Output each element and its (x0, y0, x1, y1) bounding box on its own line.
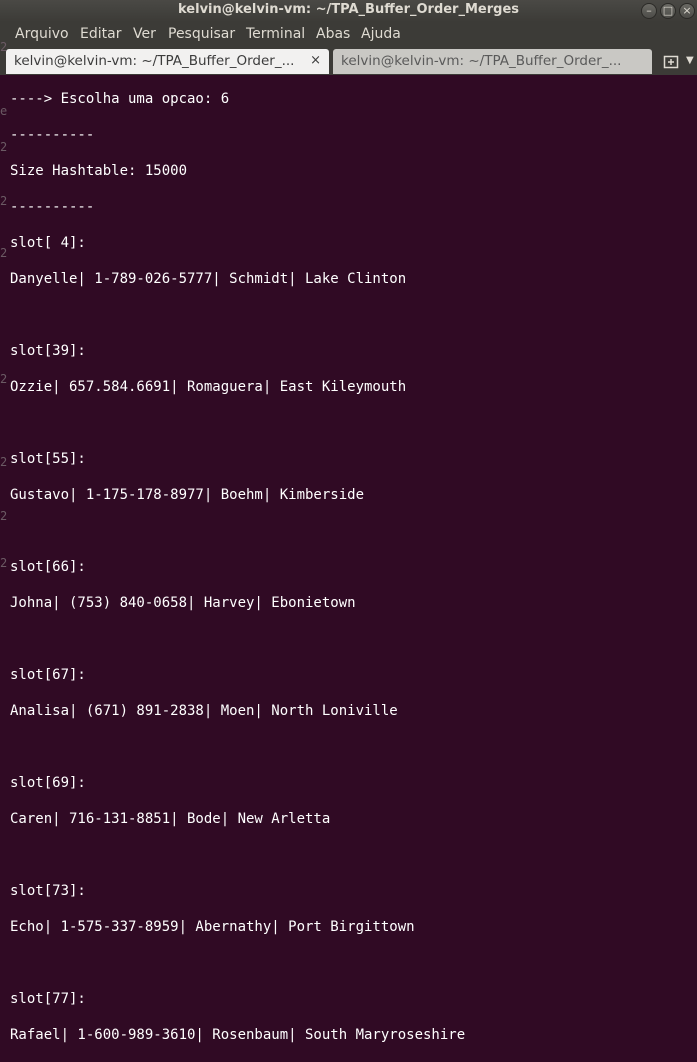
menu-editar[interactable]: Editar (80, 26, 121, 42)
terminal-line: ---------- (10, 127, 95, 143)
gutter-mark: 2 (0, 509, 8, 523)
maximize-icon[interactable]: □ (660, 3, 676, 19)
gutter-mark: 2 (0, 40, 8, 54)
terminal-line: Analisa| (671) 891-2838| Moen| North Lon… (10, 703, 398, 719)
gutter-mark: e (0, 104, 8, 118)
terminal-line: Ozzie| 657.584.6691| Romaguera| East Kil… (10, 379, 407, 395)
terminal-line: Size Hashtable: 15000 (10, 163, 188, 179)
tab-bar: kelvin@kelvin-vm: ~/TPA_Buffer_Order_...… (0, 48, 697, 75)
terminal-line: Johna| (753) 840-0658| Harvey| Ebonietow… (10, 595, 356, 611)
window-title: kelvin@kelvin-vm: ~/TPA_Buffer_Order_Mer… (178, 2, 519, 17)
window-titlebar[interactable]: kelvin@kelvin-vm: ~/TPA_Buffer_Order_Mer… (0, 0, 697, 22)
tab-label: kelvin@kelvin-vm: ~/TPA_Buffer_Order_... (14, 53, 295, 69)
gutter-mark: 2 (0, 194, 8, 208)
gutter-mark: 2 (0, 372, 8, 386)
gutter-mark: 2 (0, 455, 8, 469)
menu-bar: Arquivo Editar Ver Pesquisar Terminal Ab… (0, 22, 697, 48)
tab-terminal-2[interactable]: kelvin@kelvin-vm: ~/TPA_Buffer_Order_... (333, 49, 652, 74)
tab-terminal-1[interactable]: kelvin@kelvin-vm: ~/TPA_Buffer_Order_...… (6, 49, 329, 74)
menu-ajuda[interactable]: Ajuda (361, 26, 401, 42)
terminal-line: ----> Escolha uma opcao: 6 (10, 91, 230, 107)
terminal-line: slot[39]: (10, 343, 86, 359)
terminal-line: Echo| 1-575-337-8959| Abernathy| Port Bi… (10, 919, 415, 935)
terminal-line: slot[69]: (10, 775, 86, 791)
tab-close-icon[interactable]: × (310, 49, 321, 73)
terminal-output[interactable]: ----> Escolha uma opcao: 6 ---------- Si… (10, 72, 690, 1062)
terminal-line: Caren| 716-131-8851| Bode| New Arletta (10, 811, 331, 827)
menu-terminal[interactable]: Terminal (246, 26, 305, 42)
close-icon[interactable]: × (679, 3, 695, 19)
minimize-icon[interactable]: – (641, 3, 657, 19)
terminal-line: Danyelle| 1-789-026-5777| Schmidt| Lake … (10, 271, 407, 287)
terminal-line: Gustavo| 1-175-178-8977| Boehm| Kimbersi… (10, 487, 365, 503)
tab-label: kelvin@kelvin-vm: ~/TPA_Buffer_Order_... (341, 53, 622, 69)
menu-arquivo[interactable]: Arquivo (15, 26, 69, 42)
terminal-line: slot[ 4]: (10, 235, 86, 251)
menu-ver[interactable]: Ver (133, 26, 156, 42)
gutter-mark: 2 (0, 140, 8, 154)
menu-abas[interactable]: Abas (316, 26, 350, 42)
gutter-mark: 2 (0, 556, 8, 570)
menu-pesquisar[interactable]: Pesquisar (168, 26, 235, 42)
new-tab-button[interactable]: ▼ (656, 49, 697, 74)
terminal-line: slot[67]: (10, 667, 86, 683)
terminal-line: Rafael| 1-600-989-3610| Rosenbaum| South… (10, 1027, 466, 1043)
chevron-down-icon[interactable]: ▼ (686, 49, 694, 73)
terminal-line: ---------- (10, 199, 95, 215)
gutter-mark: 2 (0, 246, 8, 260)
terminal-line: slot[66]: (10, 559, 86, 575)
terminal-line: slot[73]: (10, 883, 86, 899)
terminal-line: slot[77]: (10, 991, 86, 1007)
terminal-line: slot[55]: (10, 451, 86, 467)
